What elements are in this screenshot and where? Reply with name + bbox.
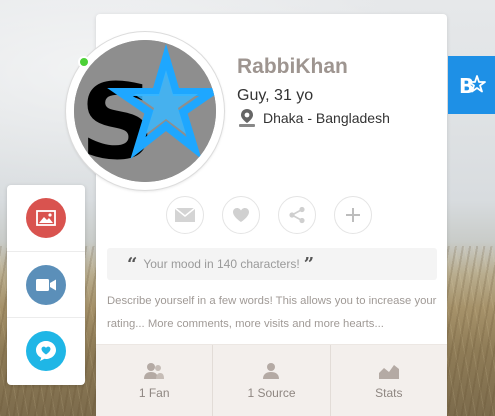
share-icon [289,206,305,224]
envelope-icon [174,207,196,222]
mood-input[interactable]: “ Your mood in 140 characters! ” [107,248,437,280]
plus-icon [346,208,360,222]
message-button[interactable] [166,196,204,234]
sidebar-item-videos[interactable] [7,251,85,317]
sidebar-item-mood[interactable] [7,317,85,383]
mood-circle [26,330,66,371]
brand-star-logo-icon: B [459,74,486,98]
add-button[interactable] [334,196,372,234]
stat-stats-label: Stats [375,385,403,400]
photos-circle [26,198,66,238]
video-camera-icon [36,278,56,291]
avatar-frame[interactable]: S [66,32,224,190]
profile-bio[interactable]: Describe yourself in a few words! This a… [107,290,437,336]
heart-icon [233,208,249,222]
close-quote-icon: ” [303,253,315,275]
location-pin-icon [239,109,255,127]
image-icon [36,210,56,226]
source-icon [263,362,280,379]
action-buttons [166,196,372,234]
stat-fans-label: 1 Fan [138,385,170,400]
stat-fans[interactable]: 1 Fan [96,345,214,416]
profile-location: Dhaka - Bangladesh [237,108,390,128]
stat-source[interactable]: 1 Source [213,345,331,416]
chart-icon [378,364,399,379]
stats-bar: 1 Fan 1 Source Stats [96,344,447,416]
mood-placeholder: Your mood in 140 characters! [143,257,300,271]
location-text: Dhaka - Bangladesh [263,110,390,126]
heart-bubble-icon [36,340,56,361]
open-quote-icon: “ [127,253,138,275]
fans-icon [144,362,165,379]
sidebar-item-photos[interactable] [7,185,85,251]
online-status-dot [78,56,90,68]
avatar[interactable]: S [74,40,216,182]
profile-username[interactable]: RabbiKhan [237,55,348,79]
media-sidebar [7,185,85,385]
stat-source-label: 1 Source [247,385,296,400]
like-button[interactable] [222,196,260,234]
share-button[interactable] [278,196,316,234]
profile-subtitle: Guy, 31 yo [237,87,314,104]
brand-tab[interactable]: B [448,56,495,114]
avatar-logo-image: S [74,40,216,182]
svg-text:B: B [459,74,474,98]
videos-circle [26,264,66,305]
stat-stats[interactable]: Stats [331,345,447,416]
